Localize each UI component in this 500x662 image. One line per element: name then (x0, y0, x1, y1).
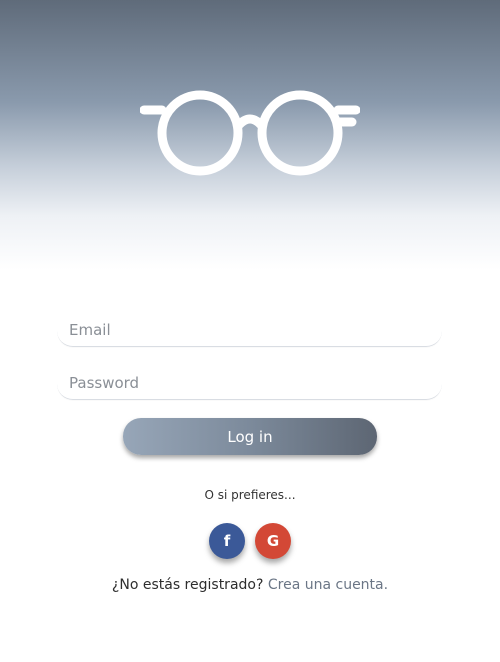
facebook-login-button[interactable]: f (209, 523, 245, 559)
login-button[interactable]: Log in (123, 418, 377, 455)
signup-prompt: ¿No estás registrado? Crea una cuenta. (0, 577, 500, 593)
google-icon: G (266, 532, 280, 550)
facebook-icon: f (223, 532, 231, 550)
email-field[interactable] (57, 313, 442, 347)
password-field[interactable] (57, 366, 442, 400)
alternative-login-label: O si prefieres... (204, 488, 296, 502)
glasses-icon (140, 90, 360, 176)
signup-prompt-text: ¿No estás registrado? (111, 577, 264, 593)
google-login-button[interactable]: G (255, 523, 291, 559)
create-account-link[interactable]: Crea una cuenta. (268, 577, 388, 593)
